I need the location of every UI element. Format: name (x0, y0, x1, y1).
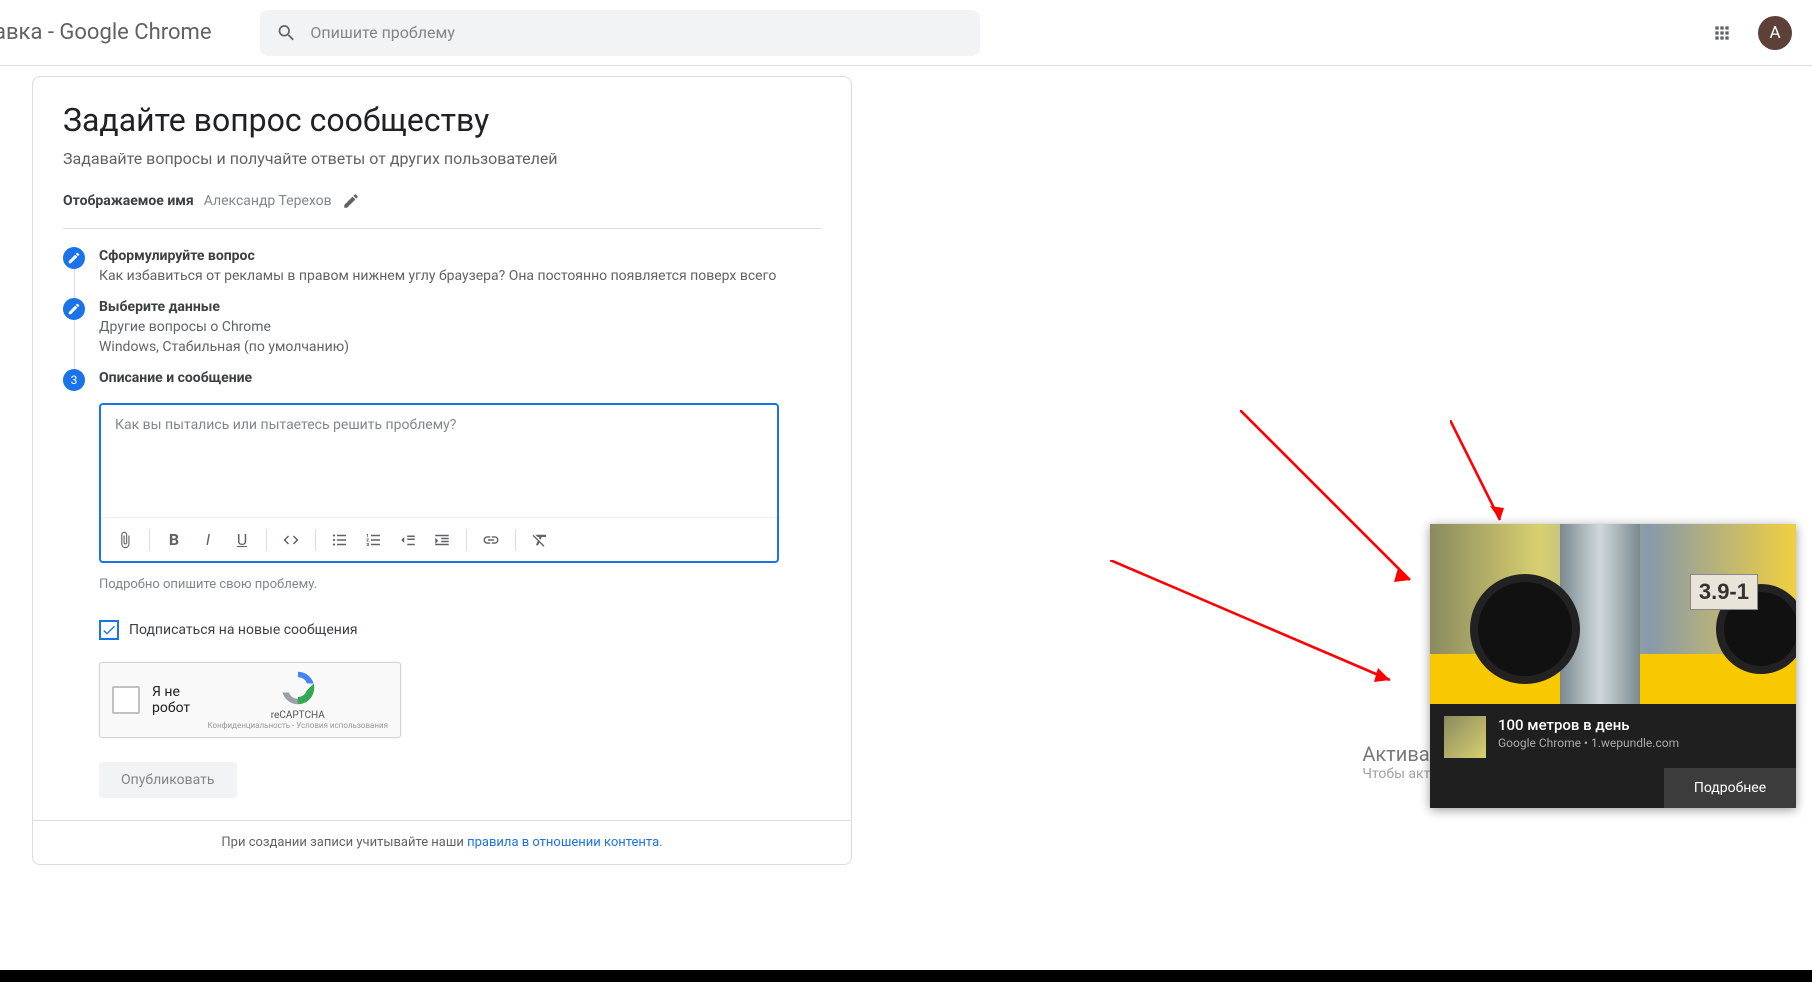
page-subtitle: Задавайте вопросы и получайте ответы от … (63, 149, 821, 168)
underline-button[interactable]: U (228, 526, 256, 554)
content-policy-link[interactable]: правила в отношении контента (467, 835, 659, 850)
pencil-icon (67, 302, 81, 316)
search-input[interactable] (310, 23, 963, 42)
bullet-list-button[interactable] (326, 526, 354, 554)
card-footer: При создании записи учитывайте наши прав… (33, 820, 851, 864)
step-2-bullet (63, 298, 85, 320)
notification-title: 100 метров в день (1498, 716, 1679, 734)
app-header: авка - Google Chrome A (0, 0, 1812, 66)
pencil-icon (67, 251, 81, 265)
question-card: Задайте вопрос сообществу Задавайте вопр… (32, 76, 852, 865)
step-2-title: Выберите данные (99, 299, 349, 315)
editor-helper: Подробно опишите свою проблему. (99, 577, 821, 592)
taskbar[interactable] (0, 970, 1812, 982)
apps-icon (1712, 23, 1732, 43)
footer-suffix: . (659, 835, 662, 850)
search-icon (276, 22, 297, 44)
annotation-arrow-2 (1240, 410, 1440, 610)
notification-popup[interactable]: 3.9-1 100 метров в день Google Chrome • … (1430, 524, 1796, 808)
recaptcha-brand: reCAPTCHA (207, 710, 388, 721)
avatar[interactable]: A (1758, 16, 1792, 50)
notification-image: 3.9-1 (1430, 524, 1796, 704)
bold-button[interactable]: B (160, 526, 188, 554)
description-editor: Как вы пытались или пытаетесь решить про… (99, 403, 779, 563)
notification-source: Google Chrome • 1.wepundle.com (1498, 736, 1679, 750)
attach-button[interactable] (111, 526, 139, 554)
step-3-bullet: 3 (63, 369, 85, 391)
bullet-list-icon (331, 531, 349, 549)
code-icon (282, 531, 300, 549)
display-name-row: Отображаемое имя Александр Терехов (63, 192, 821, 229)
outdent-icon (399, 531, 417, 549)
search-box[interactable] (260, 10, 980, 56)
step-2-sub1: Другие вопросы о Chrome (99, 319, 349, 335)
step-2-sub2: Windows, Стабильная (по умолчанию) (99, 339, 349, 355)
editor-toolbar: B I U (101, 517, 777, 561)
edit-name-icon[interactable] (342, 192, 360, 210)
step-3: 3 Описание и сообщение (63, 369, 821, 397)
notification-sign: 3.9-1 (1690, 574, 1758, 610)
link-button[interactable] (477, 526, 505, 554)
recaptcha-checkbox[interactable] (112, 686, 140, 714)
subscribe-row[interactable]: Подписаться на новые сообщения (99, 620, 821, 640)
publish-button[interactable]: Опубликовать (99, 762, 237, 798)
step-1-bullet (63, 247, 85, 269)
step-1-title: Сформулируйте вопрос (99, 248, 776, 264)
outdent-button[interactable] (394, 526, 422, 554)
step-1-sub: Как избавиться от рекламы в правом нижне… (99, 268, 776, 284)
app-title: авка - Google Chrome (0, 20, 212, 45)
display-name-value: Александр Терехов (204, 193, 332, 209)
step-2[interactable]: Выберите данные Другие вопросы о Chrome … (63, 298, 821, 369)
footer-prefix: При создании записи учитывайте наши (221, 835, 467, 850)
notification-action-button[interactable]: Подробнее (1664, 768, 1796, 808)
step-1[interactable]: Сформулируйте вопрос Как избавиться от р… (63, 247, 821, 298)
page-title: Задайте вопрос сообществу (63, 101, 821, 139)
recaptcha-label: Я не робот (152, 684, 207, 716)
clear-format-button[interactable] (526, 526, 554, 554)
indent-icon (433, 531, 451, 549)
code-button[interactable] (277, 526, 305, 554)
check-icon (101, 622, 117, 638)
subscribe-checkbox[interactable] (99, 620, 119, 640)
link-icon (482, 531, 500, 549)
description-textarea[interactable]: Как вы пытались или пытаетесь решить про… (101, 405, 777, 517)
indent-button[interactable] (428, 526, 456, 554)
recaptcha[interactable]: Я не робот reCAPTCHA Конфиденциальность … (99, 662, 401, 738)
paperclip-icon (116, 531, 134, 549)
clear-format-icon (531, 531, 549, 549)
apps-button[interactable] (1702, 13, 1742, 53)
numbered-list-button[interactable] (360, 526, 388, 554)
display-name-label: Отображаемое имя (63, 193, 194, 209)
recaptcha-links: Конфиденциальность - Условия использован… (207, 721, 388, 730)
annotation-arrow-3 (1450, 420, 1530, 540)
notification-thumbnail (1444, 716, 1486, 758)
recaptcha-icon (280, 670, 316, 706)
numbered-list-icon (365, 531, 383, 549)
italic-button[interactable]: I (194, 526, 222, 554)
subscribe-label: Подписаться на новые сообщения (129, 622, 358, 638)
step-3-title: Описание и сообщение (99, 370, 252, 386)
